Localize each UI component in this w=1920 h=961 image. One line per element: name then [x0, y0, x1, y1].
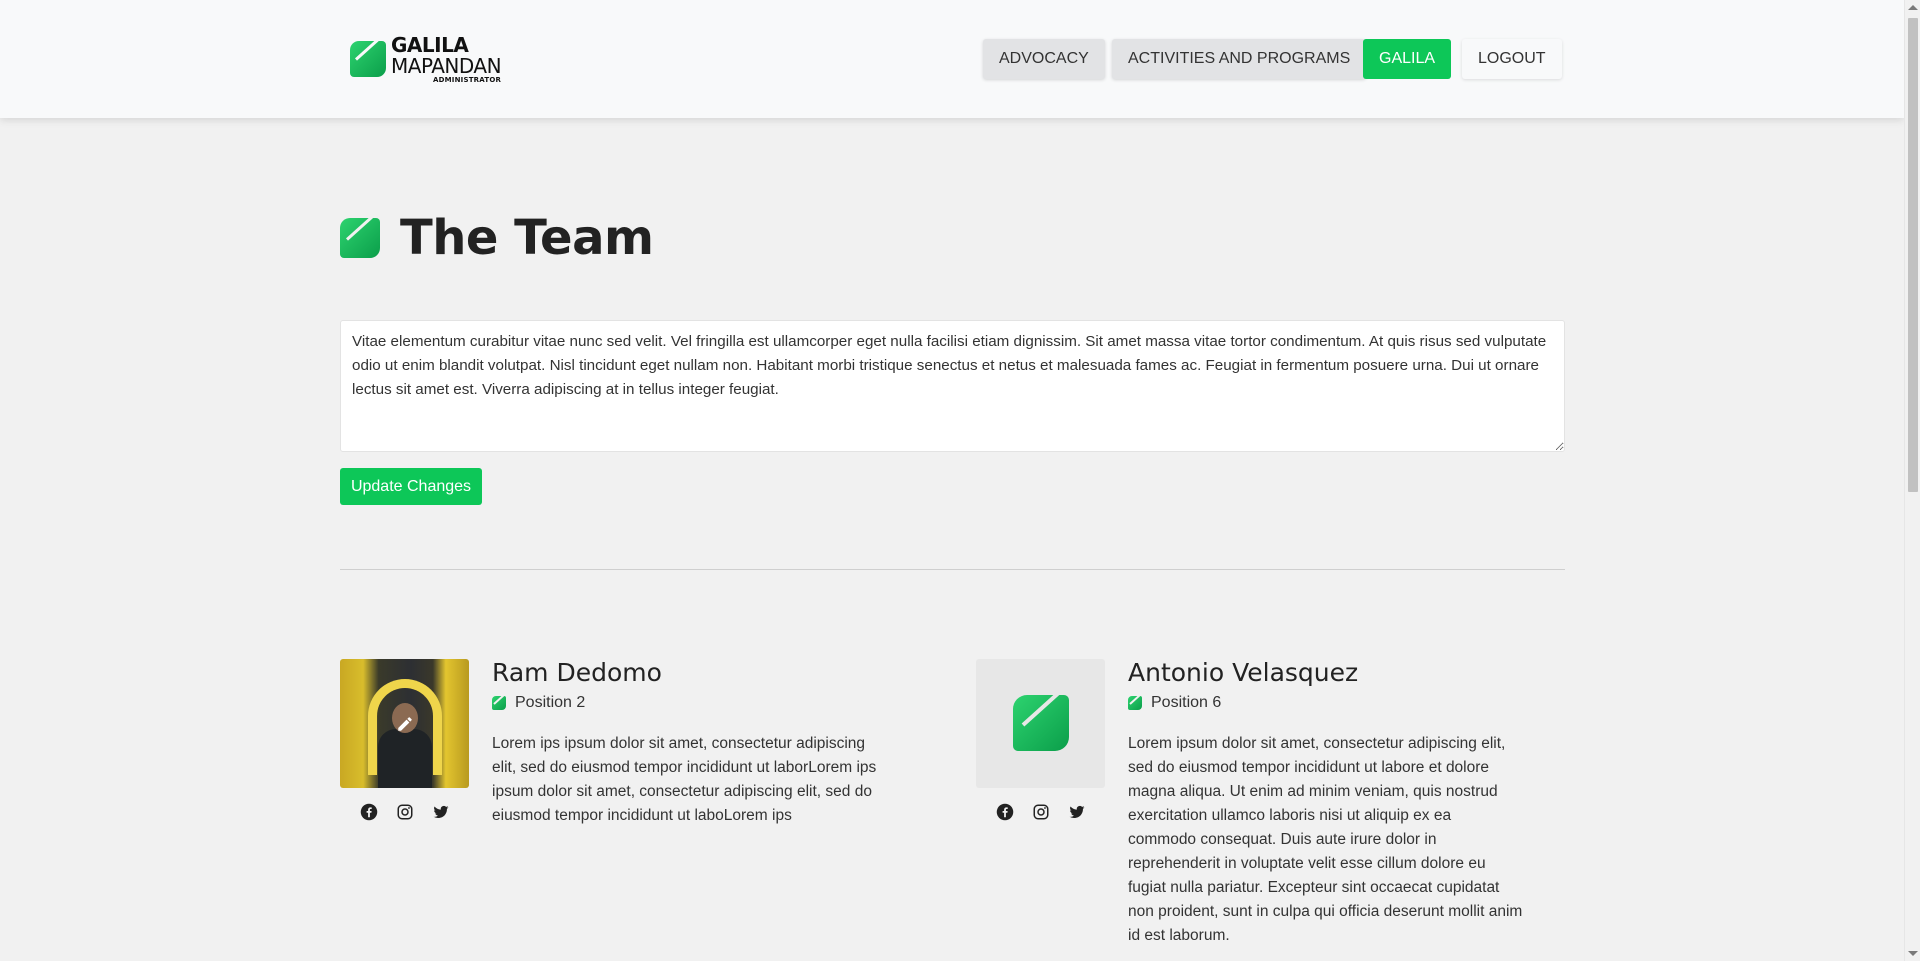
leaf-logo-icon: [1013, 695, 1069, 751]
member-position: Position 2: [515, 694, 586, 711]
leaf-logo-icon: [340, 218, 380, 258]
top-navbar: GALILA MAPANDAN ADMINISTRATOR ADVOCACY A…: [0, 0, 1904, 118]
nav-logout-button[interactable]: LOGOUT: [1462, 39, 1562, 79]
scrollbar-thumb[interactable]: [1908, 18, 1918, 492]
member-position: Position 6: [1151, 694, 1222, 711]
social-links: [976, 803, 1105, 821]
twitter-icon[interactable]: [432, 803, 450, 821]
nav-galila-button[interactable]: GALILA: [1363, 39, 1452, 79]
page-header: The Team: [340, 210, 654, 266]
nav-advocacy-button[interactable]: ADVOCACY: [983, 39, 1105, 79]
edit-pencil-icon[interactable]: [396, 715, 414, 733]
brand-logo[interactable]: GALILA MAPANDAN ADMINISTRATOR: [350, 32, 502, 84]
member-photo-placeholder[interactable]: [976, 659, 1105, 788]
member-name: Ram Dedomo: [492, 658, 662, 687]
page-title: The Team: [400, 210, 654, 266]
member-bio: Lorem ips ipsum dolor sit amet, consecte…: [492, 735, 877, 824]
leaf-logo-icon: [1128, 696, 1142, 710]
update-changes-button[interactable]: Update Changes: [340, 468, 482, 505]
nav-activities-button[interactable]: ACTIVITIES AND PROGRAMS: [1112, 39, 1367, 79]
leaf-logo-icon: [492, 696, 506, 710]
brand-role: ADMINISTRATOR: [433, 75, 502, 84]
instagram-icon[interactable]: [396, 803, 414, 821]
scroll-up-icon[interactable]: [1908, 5, 1918, 10]
facebook-icon[interactable]: [360, 803, 378, 821]
brand-name-line1: GALILA: [391, 32, 469, 57]
team-description-textarea[interactable]: Vitae elementum curabitur vitae nunc sed…: [340, 320, 1565, 452]
member-name: Antonio Velasquez: [1128, 658, 1359, 687]
member-bio: Lorem ipsum dolor sit amet, consectetur …: [1128, 735, 1523, 944]
scroll-down-icon[interactable]: [1908, 951, 1918, 956]
brand-name-line2: MAPANDAN: [391, 53, 502, 78]
facebook-icon[interactable]: [996, 803, 1014, 821]
leaf-logo-icon: [350, 41, 386, 77]
member-photo[interactable]: [340, 659, 469, 788]
instagram-icon[interactable]: [1032, 803, 1050, 821]
page-scrollbar[interactable]: [1904, 0, 1920, 961]
social-links: [340, 803, 469, 821]
section-divider: [340, 569, 1565, 570]
twitter-icon[interactable]: [1068, 803, 1086, 821]
